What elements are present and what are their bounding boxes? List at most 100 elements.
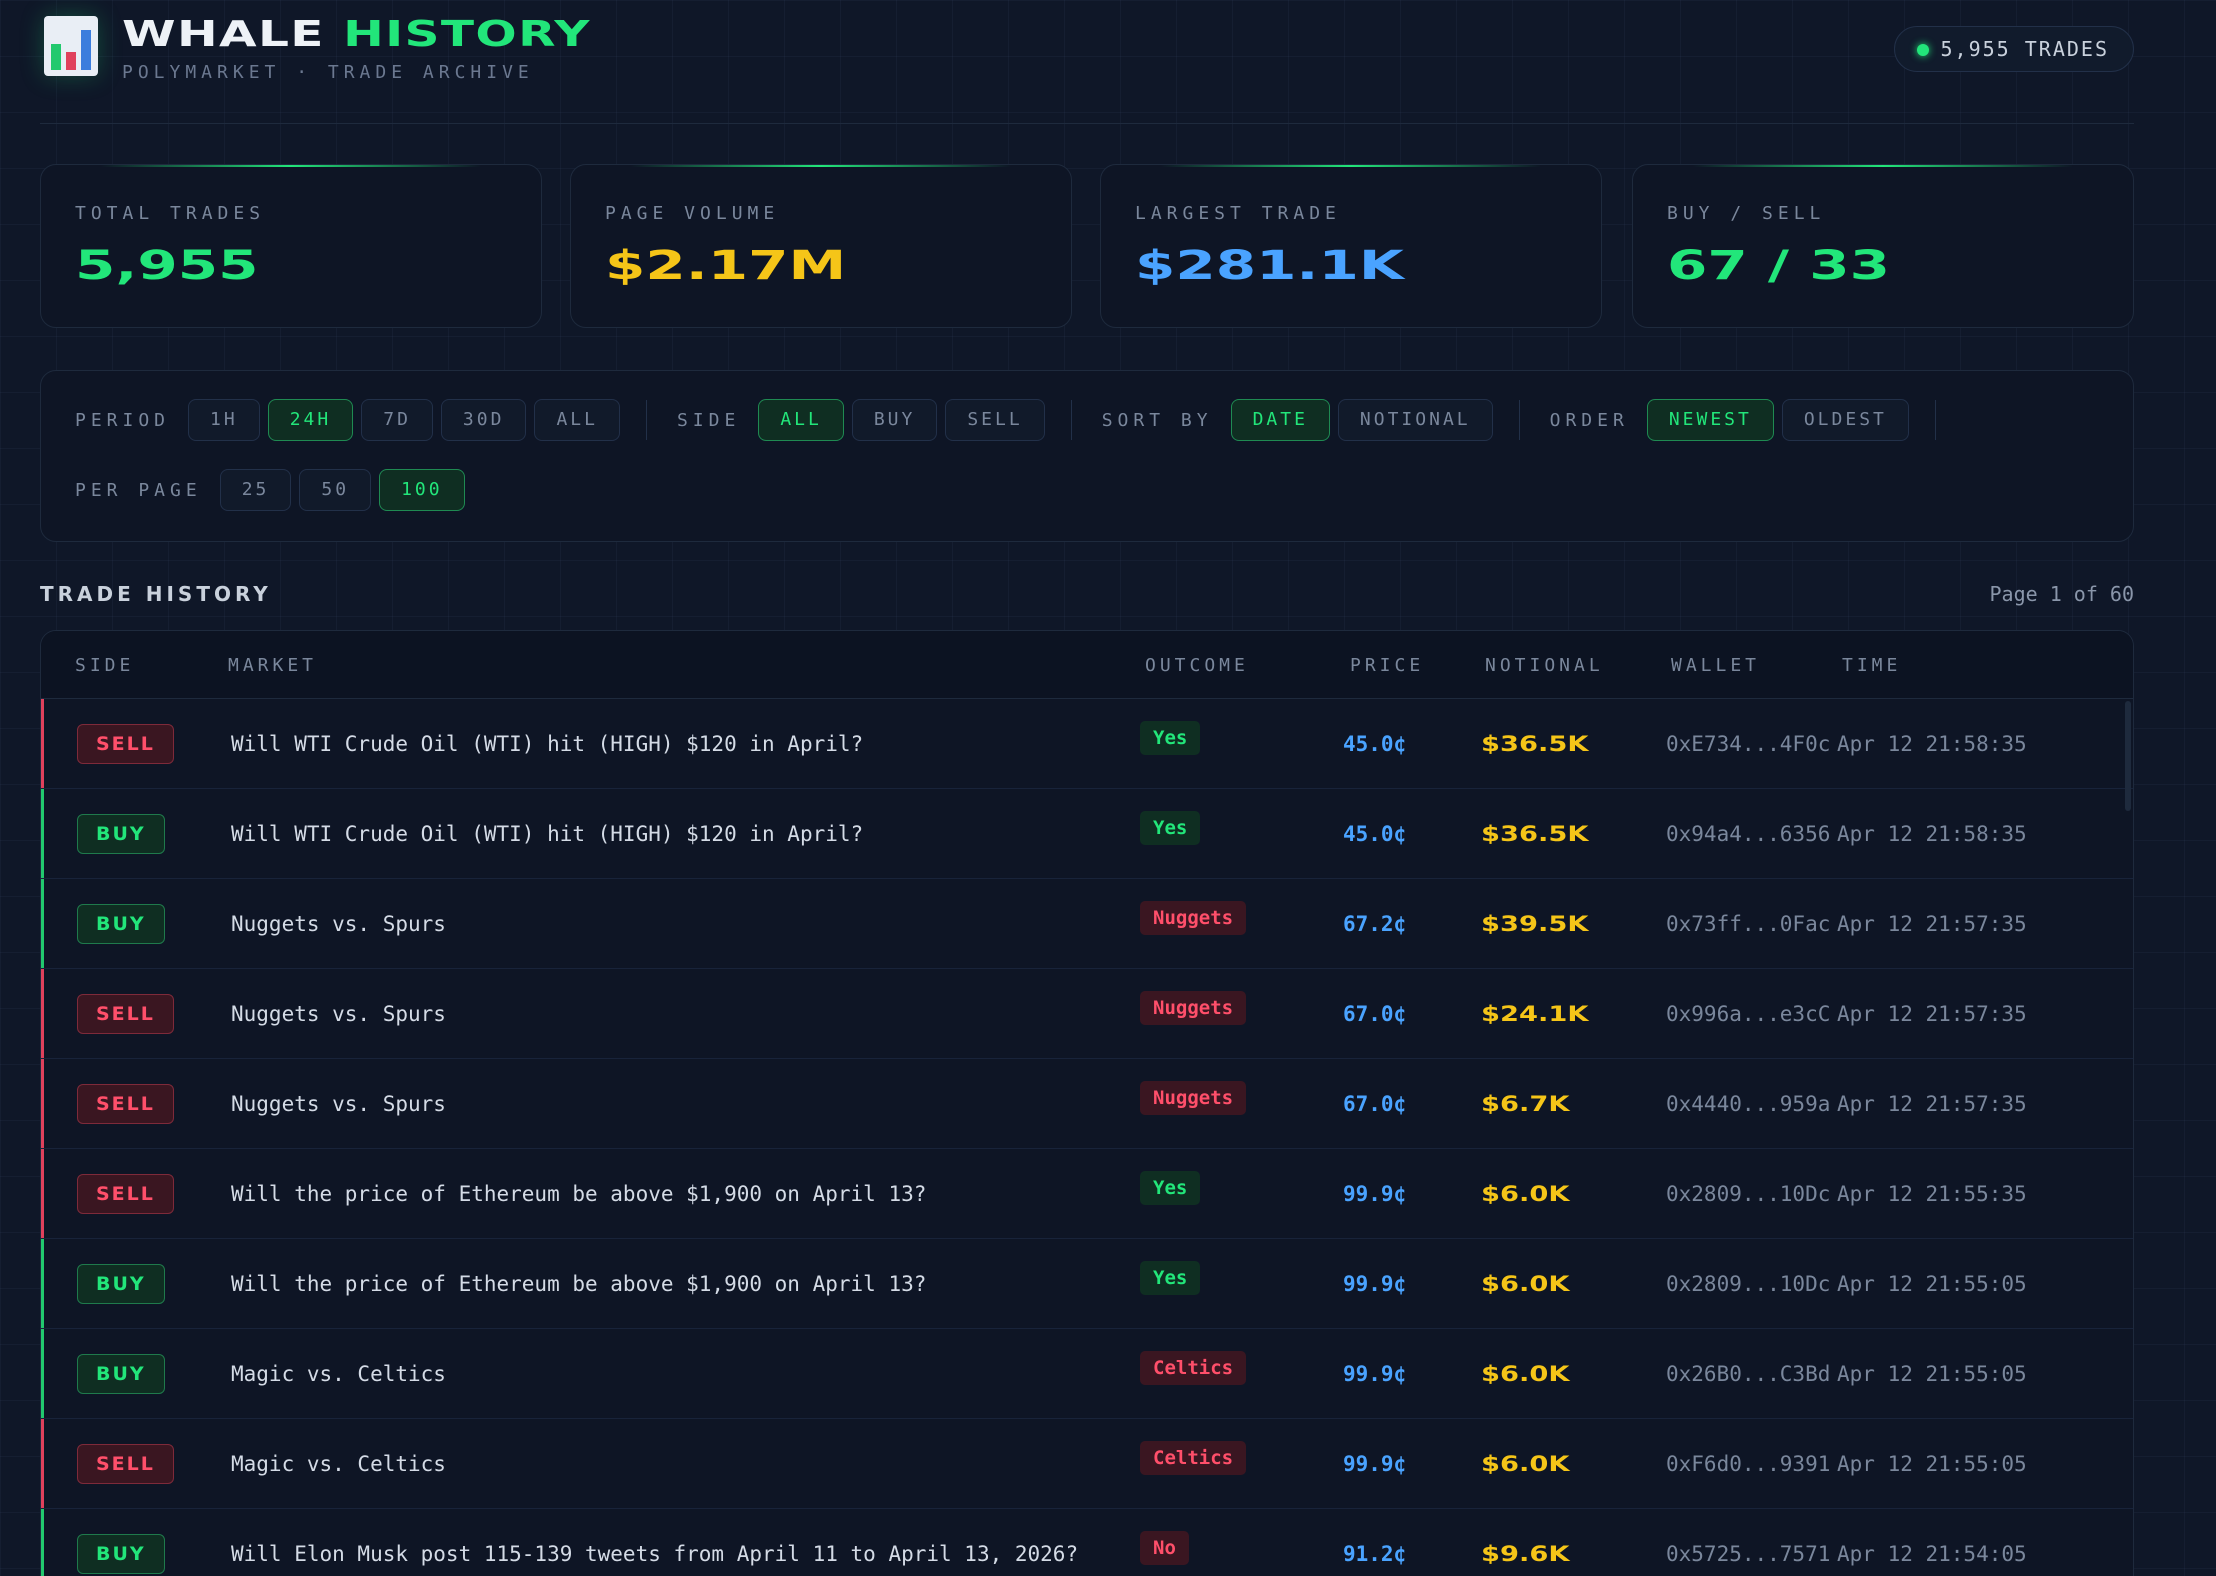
divider (1518, 400, 1520, 440)
app-title-part1: WHALE (122, 14, 325, 55)
col-header-market[interactable]: MARKET (228, 655, 317, 676)
table-row[interactable]: SELL Magic vs. Celtics Celtics 99.9¢ $6.0K 0x… (41, 1419, 2133, 1509)
order-newest-button[interactable]: NEWEST (1646, 399, 1774, 441)
wallet-address[interactable]: 0x2809...10Dc (1666, 1239, 1830, 1329)
period-30d-button[interactable]: 30D (440, 399, 527, 441)
outcome-badge: Yes (1140, 811, 1201, 845)
wallet-address[interactable]: 0x4440...959a (1666, 1059, 1830, 1149)
market-name[interactable]: Magic vs. Celtics (231, 1419, 446, 1509)
wallet-address[interactable]: 0x996a...e3cC (1666, 969, 1830, 1059)
stat-card-buy-sell: BUY / SELL 67 / 33 (1632, 164, 2134, 328)
table-row[interactable]: BUY Will the price of Ethereum be above $… (41, 1239, 2133, 1329)
trade-history-table: SIDE MARKET OUTCOME PRICE NOTIONAL WALLE… (40, 630, 2134, 1576)
wallet-address[interactable]: 0x5725...7571 (1666, 1509, 1830, 1576)
price-value: 99.9¢ (1343, 1452, 1407, 1476)
market-name[interactable]: Nuggets vs. Spurs (231, 1059, 446, 1149)
notional-value: $6.7K (1481, 1092, 1570, 1116)
filters-row-per-page: PER PAGE 25 50 100 (75, 469, 465, 511)
price-value: 67.2¢ (1343, 912, 1407, 936)
stat-label: LARGEST TRADE (1135, 203, 1341, 224)
col-header-notional[interactable]: NOTIONAL (1485, 655, 1604, 676)
table-row[interactable]: BUY Magic vs. Celtics Celtics 99.9¢ $6.0K 0x2… (41, 1329, 2133, 1419)
filters-row-main: PERIOD 1H 24H 7D 30D ALL SIDE ALL BUY SE… (75, 399, 1958, 441)
wallet-address[interactable]: 0x94a4...6356 (1666, 789, 1830, 879)
market-name[interactable]: Will Elon Musk post 115-139 tweets from … (231, 1509, 1078, 1576)
wallet-address[interactable]: 0x73ff...0Fac (1666, 879, 1830, 969)
side-buy-button[interactable]: BUY (851, 399, 938, 441)
table-row[interactable]: BUY Will Elon Musk post 115-139 tweets fr… (41, 1509, 2133, 1576)
trade-time: Apr 12 21:55:05 (1837, 1452, 2027, 1476)
side-badge: BUY (77, 904, 165, 944)
table-row[interactable]: SELL Will the price of Ethereum be above … (41, 1149, 2133, 1239)
live-status-dot-icon (1916, 44, 1929, 56)
page-indicator: Page 1 of 60 (1989, 582, 2135, 606)
per-page-100-button[interactable]: 100 (379, 469, 465, 511)
table-row[interactable]: BUY Nuggets vs. Spurs Nuggets 67.2¢ $39.5K 0x… (41, 879, 2133, 969)
outcome-badge: Nuggets (1140, 991, 1247, 1025)
market-name[interactable]: Will the price of Ethereum be above $1,9… (231, 1239, 926, 1329)
table-row[interactable]: BUY Will WTI Crude Oil (WTI) hit (HIGH) $… (41, 789, 2133, 879)
side-badge: SELL (77, 1174, 174, 1214)
period-all-button[interactable]: ALL (534, 399, 620, 441)
sort-notional-button[interactable]: NOTIONAL (1337, 399, 1493, 441)
trade-time: Apr 12 21:57:35 (1837, 1092, 2027, 1116)
wallet-address[interactable]: 0xF6d0...9391 (1666, 1419, 1830, 1509)
outcome-badge: No (1140, 1531, 1189, 1565)
notional-value: $9.6K (1481, 1542, 1570, 1566)
trade-time: Apr 12 21:54:05 (1837, 1542, 2027, 1566)
wallet-address[interactable]: 0x26B0...C3Bd (1666, 1329, 1830, 1419)
side-badge: BUY (77, 814, 165, 854)
price-value: 99.9¢ (1343, 1182, 1407, 1206)
per-page-50-button[interactable]: 50 (299, 469, 372, 511)
side-badge: SELL (77, 994, 174, 1034)
market-name[interactable]: Will WTI Crude Oil (WTI) hit (HIGH) $120… (231, 789, 863, 879)
per-page-25-button[interactable]: 25 (219, 469, 292, 511)
table-scrollbar[interactable] (2125, 701, 2131, 811)
sort-label: SORT BY (1101, 409, 1213, 431)
col-header-outcome[interactable]: OUTCOME (1145, 655, 1249, 676)
stat-value: $281.1K (1135, 243, 1404, 289)
period-1h-button[interactable]: 1H (188, 399, 260, 441)
trade-history-title: TRADE HISTORY (40, 582, 272, 606)
side-badge: SELL (77, 1084, 174, 1124)
col-header-wallet[interactable]: WALLET (1671, 655, 1760, 676)
wallet-address[interactable]: 0xE734...4F0c (1666, 699, 1830, 789)
notional-value: $24.1K (1481, 1002, 1589, 1026)
table-row[interactable]: SELL Nuggets vs. Spurs Nuggets 67.0¢ $24.1K 0… (41, 969, 2133, 1059)
stat-label: PAGE VOLUME (605, 203, 780, 224)
outcome-badge: Nuggets (1140, 901, 1247, 935)
app-title-part2: HISTORY (343, 14, 591, 55)
divider (1070, 400, 1072, 440)
trade-time: Apr 12 21:57:35 (1837, 1002, 2027, 1026)
wallet-address[interactable]: 0x2809...10Dc (1666, 1149, 1830, 1239)
side-sell-button[interactable]: SELL (945, 399, 1045, 441)
col-header-price[interactable]: PRICE (1350, 655, 1424, 676)
divider (1934, 400, 1936, 440)
side-badge: SELL (77, 724, 174, 764)
table-header: SIDE MARKET OUTCOME PRICE NOTIONAL WALLE… (41, 631, 2133, 699)
market-name[interactable]: Nuggets vs. Spurs (231, 879, 446, 969)
col-header-time[interactable]: TIME (1842, 655, 1901, 676)
outcome-badge: Yes (1140, 1261, 1201, 1295)
col-header-side[interactable]: SIDE (75, 655, 134, 676)
table-row[interactable]: SELL Nuggets vs. Spurs Nuggets 67.0¢ $6.7K 0x… (41, 1059, 2133, 1149)
order-oldest-button[interactable]: OLDEST (1781, 399, 1909, 441)
period-24h-button[interactable]: 24H (267, 399, 354, 441)
market-name[interactable]: Nuggets vs. Spurs (231, 969, 446, 1059)
sort-date-button[interactable]: DATE (1230, 399, 1330, 441)
app-title: WHALE HISTORY (122, 14, 591, 55)
market-name[interactable]: Will the price of Ethereum be above $1,9… (231, 1149, 926, 1239)
side-all-button[interactable]: ALL (758, 399, 844, 441)
outcome-badge: Celtics (1140, 1351, 1247, 1385)
outcome-badge: Nuggets (1140, 1081, 1247, 1115)
outcome-badge: Celtics (1140, 1441, 1247, 1475)
market-name[interactable]: Magic vs. Celtics (231, 1329, 446, 1419)
notional-value: $6.0K (1481, 1272, 1570, 1296)
price-value: 45.0¢ (1343, 822, 1407, 846)
table-row[interactable]: SELL Will WTI Crude Oil (WTI) hit (HIGH) … (41, 699, 2133, 789)
period-7d-button[interactable]: 7D (361, 399, 433, 441)
market-name[interactable]: Will WTI Crude Oil (WTI) hit (HIGH) $120… (231, 699, 863, 789)
outcome-badge: Yes (1140, 721, 1201, 755)
stat-label: TOTAL TRADES (75, 203, 266, 224)
price-value: 67.0¢ (1343, 1092, 1407, 1116)
